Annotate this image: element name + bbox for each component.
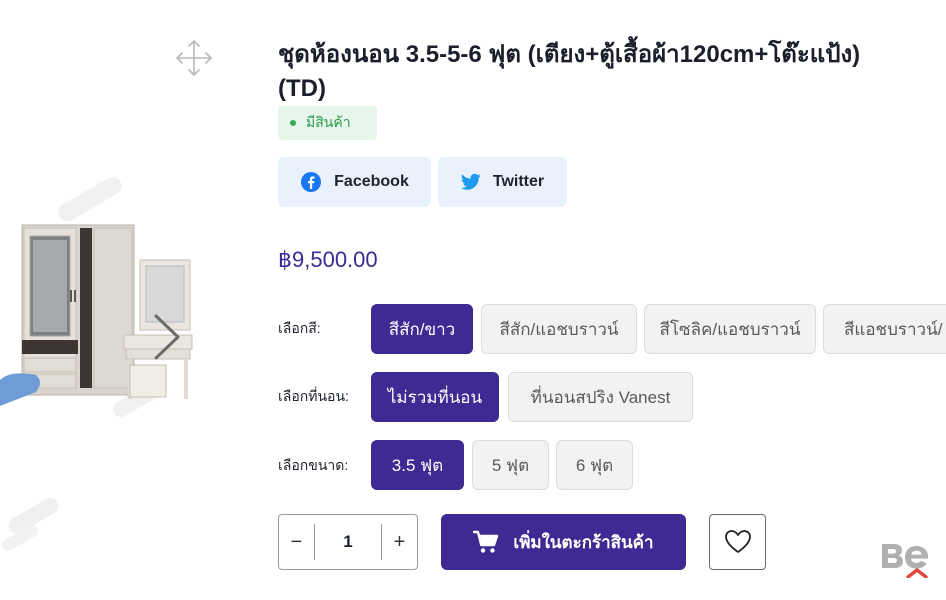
facebook-icon (301, 172, 322, 192)
size-option-chip[interactable]: 6 ฟุต (556, 440, 633, 490)
color-option-chip[interactable]: สีโซลิค/แอชบราวน์ (644, 304, 816, 354)
color-option-chip[interactable]: สีสัก/แอชบราวน์ (481, 304, 637, 354)
mattress-option-chip[interactable]: ไม่รวมที่นอน (371, 372, 499, 422)
heart-icon (724, 530, 751, 553)
color-option-chip[interactable]: สีแอชบราวน์/ (823, 304, 946, 354)
wishlist-button[interactable] (709, 514, 766, 570)
shopping-cart-icon (473, 530, 499, 553)
size-option-chip[interactable]: 5 ฟุต (472, 440, 549, 490)
color-option-chip[interactable]: สีสัก/ขาว (371, 304, 473, 354)
add-to-cart-label: เพิ่มในตะกร้าสินค้า (513, 532, 654, 552)
stock-status-text: มีสินค้า (306, 114, 351, 130)
brand-watermark-logo (882, 544, 928, 578)
stock-status-badge: มีสินค้า (278, 106, 377, 140)
twitter-icon (460, 173, 481, 190)
product-title: ชุดห้องนอน 3.5-5-6 ฟุต (เตียง+ตู้เสื้อผ้… (278, 38, 946, 106)
product-title-line2: (TD) (278, 75, 326, 102)
add-to-cart-button[interactable]: เพิ่มในตะกร้าสินค้า (441, 514, 686, 570)
product-image[interactable] (0, 170, 200, 440)
quantity-stepper: − + (278, 514, 418, 570)
size-option-label: เลือกขนาด: (278, 457, 349, 473)
color-option-label: เลือกสี: (278, 320, 321, 336)
thumbnail-placeholder (1, 498, 59, 551)
share-twitter-button[interactable]: Twitter (438, 157, 567, 207)
expand-arrows-icon[interactable] (174, 38, 214, 78)
quantity-decrease-button[interactable]: − (279, 515, 314, 569)
size-option-chip[interactable]: 3.5 ฟุต (371, 440, 464, 490)
quantity-increase-button[interactable]: + (382, 515, 417, 569)
share-facebook-button[interactable]: Facebook (278, 157, 431, 207)
product-title-line1: ชุดห้องนอน 3.5-5-6 ฟุต (เตียง+ตู้เสื้อผ้… (278, 41, 861, 68)
facebook-label: Facebook (334, 173, 409, 190)
product-gallery (0, 0, 255, 600)
mattress-option-chip[interactable]: ที่นอนสปริง Vanest (508, 372, 693, 422)
quantity-input[interactable] (314, 524, 382, 560)
product-price: ฿9,500.00 (278, 247, 378, 272)
mattress-option-label: เลือกที่นอน: (278, 388, 349, 404)
chevron-right-icon[interactable] (148, 312, 184, 362)
stock-dot-icon (290, 120, 296, 126)
twitter-label: Twitter (492, 173, 545, 190)
